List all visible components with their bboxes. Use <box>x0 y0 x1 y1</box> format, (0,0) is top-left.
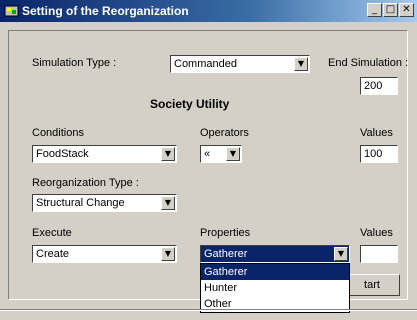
chevron-down-icon[interactable]: ▼ <box>161 196 175 210</box>
execute-value: Create <box>36 248 70 260</box>
window-title: Setting of the Reorganization <box>22 4 189 18</box>
values-label-2: Values <box>360 227 393 239</box>
properties-select[interactable]: Gatherer ▼ <box>200 245 350 263</box>
operators-label: Operators <box>200 127 249 139</box>
operators-value: « <box>204 148 211 160</box>
maximize-button[interactable]: □ <box>383 3 398 17</box>
reorganization-window: Setting of the Reorganization _ □ ✕ Simu… <box>0 0 417 320</box>
start-button-label: tart <box>364 279 380 291</box>
conditions-select[interactable]: FoodStack ▼ <box>32 145 177 163</box>
end-simulation-input[interactable]: 200 <box>360 77 398 95</box>
conditions-label: Conditions <box>32 127 84 139</box>
chevron-down-icon[interactable]: ▼ <box>294 57 308 71</box>
properties-value: Gatherer <box>204 248 248 260</box>
chevron-down-icon[interactable]: ▼ <box>334 247 348 261</box>
dropdown-option[interactable]: Gatherer <box>201 264 349 280</box>
chevron-down-icon[interactable]: ▼ <box>226 147 240 161</box>
reorganization-type-select[interactable]: Structural Change ▼ <box>32 194 177 212</box>
divider <box>0 309 417 311</box>
simulation-type-label: Simulation Type : <box>32 57 117 69</box>
title-bar[interactable]: Setting of the Reorganization _ □ ✕ <box>0 0 417 22</box>
app-icon <box>4 5 19 17</box>
minimize-button[interactable]: _ <box>367 3 382 17</box>
properties-label: Properties <box>200 227 251 239</box>
simulation-type-value: Commanded <box>174 58 237 70</box>
values-input[interactable]: 100 <box>360 145 398 163</box>
section-title: Society Utility <box>150 97 230 111</box>
close-button[interactable]: ✕ <box>399 3 414 17</box>
simulation-type-select[interactable]: Commanded ▼ <box>170 55 310 73</box>
dropdown-option[interactable]: Hunter <box>201 280 349 296</box>
chevron-down-icon[interactable]: ▼ <box>161 247 175 261</box>
values-input-2[interactable] <box>360 245 398 263</box>
reorganization-type-value: Structural Change <box>36 197 125 209</box>
operators-select[interactable]: « ▼ <box>200 145 242 163</box>
values-label: Values <box>360 127 393 139</box>
properties-dropdown[interactable]: Gatherer Hunter Other <box>200 263 350 313</box>
end-simulation-label: End Simulation : <box>328 57 409 69</box>
conditions-value: FoodStack <box>36 148 89 160</box>
execute-select[interactable]: Create ▼ <box>32 245 177 263</box>
execute-label: Execute <box>32 227 72 239</box>
reorganization-type-label: Reorganization Type : <box>32 177 139 189</box>
chevron-down-icon[interactable]: ▼ <box>161 147 175 161</box>
